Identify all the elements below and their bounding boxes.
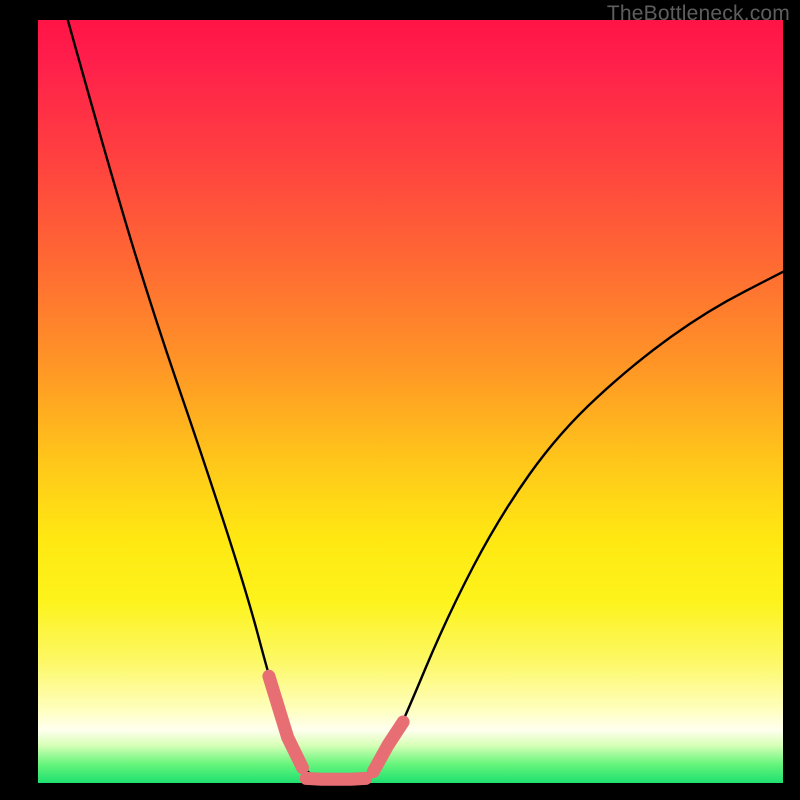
highlight-right [373,722,403,772]
chart-svg [38,20,783,783]
chart-frame: TheBottleneck.com [0,0,800,800]
watermark-text: TheBottleneck.com [607,2,790,26]
bottleneck-curve [68,20,783,779]
highlight-bottom [306,778,366,779]
chart-plot-area [38,20,783,783]
highlight-left [269,676,303,768]
